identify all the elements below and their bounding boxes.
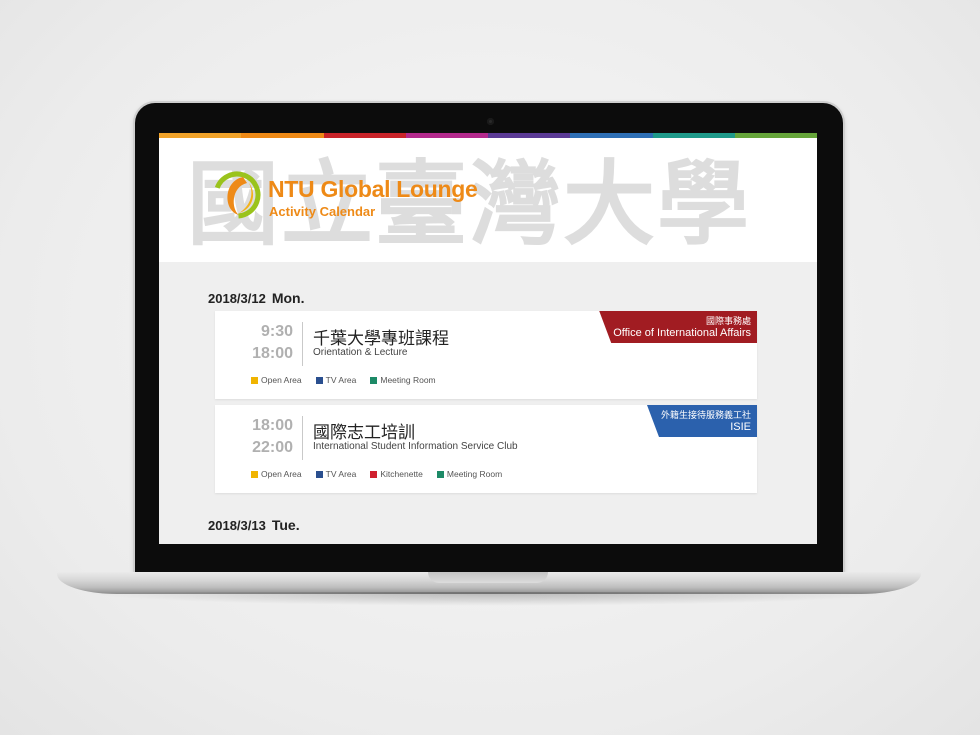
day-heading: 2018/3/13 Tue.	[208, 517, 300, 533]
event-title[interactable]: 國際志工培訓	[313, 418, 415, 443]
site-subtitle: Activity Calendar	[269, 204, 376, 219]
open-area-dot-icon	[251, 470, 258, 478]
organizer-en: ISIE	[730, 421, 751, 433]
time-divider	[302, 416, 303, 460]
location-tags: Open Area TV Area Meeting Room	[251, 375, 436, 385]
organizer-zh: 外籍生接待服務義工社	[660, 410, 751, 420]
event-card[interactable]: 18:00 22:00 國際志工培訓 International Student…	[215, 405, 757, 493]
tag-label: TV Area	[325, 375, 357, 385]
tv-area-dot-icon	[315, 470, 323, 478]
laptop-shadow	[80, 592, 900, 606]
open-area-dot-icon	[251, 376, 258, 384]
event-title[interactable]: 千葉大學專班課程	[313, 324, 449, 349]
tag-label: Open Area	[261, 375, 302, 385]
event-subtitle: International Student Information Servic…	[313, 441, 518, 452]
location-tag: Kitchenette	[370, 469, 423, 479]
site-title[interactable]: NTU Global Lounge	[268, 176, 478, 203]
event-end: 18:00	[252, 345, 293, 362]
tag-label: Kitchenette	[380, 469, 423, 479]
event-times: 18:00 22:00	[243, 415, 293, 459]
event-start: 9:30	[260, 323, 293, 340]
event-end: 22:00	[252, 439, 293, 456]
day-date: 2018/3/12	[208, 291, 266, 306]
organizer-badge: 國際事務處 Office of International Affairs	[599, 311, 757, 343]
location-tag: Meeting Room	[436, 469, 503, 479]
location-tag: Open Area	[251, 375, 302, 385]
event-start: 18:00	[252, 417, 293, 434]
tag-label: Meeting Room	[380, 375, 436, 385]
meeting-room-dot-icon	[370, 376, 378, 384]
event-times: 9:30 18:00	[243, 321, 293, 365]
organizer-zh: 國際事務處	[705, 316, 751, 326]
time-divider	[302, 322, 303, 366]
day-weekday: Tue.	[271, 517, 300, 533]
tag-label: Meeting Room	[446, 469, 503, 479]
kitchenette-dot-icon	[370, 470, 378, 478]
organizer-en: Office of International Affairs	[613, 327, 751, 339]
laptop-screen[interactable]: 國立臺灣大學 NTU Global Lounge Activity Calend…	[159, 133, 817, 544]
day-date: 2018/3/13	[208, 518, 266, 533]
event-card[interactable]: 9:30 18:00 千葉大學專班課程 Orientation & Lectur…	[215, 311, 757, 399]
location-tag: TV Area	[315, 375, 357, 385]
tv-area-dot-icon	[315, 376, 323, 384]
organizer-badge: 外籍生接待服務義工社 ISIE	[646, 405, 757, 437]
tag-label: Open Area	[261, 469, 302, 479]
laptop-notch	[428, 572, 548, 583]
location-tag: Meeting Room	[370, 375, 436, 385]
event-subtitle: Orientation & Lecture	[313, 347, 408, 358]
location-tag: TV Area	[315, 469, 357, 479]
location-tags: Open Area TV Area Kitchenette Meeting Ro…	[251, 469, 502, 479]
tag-label: TV Area	[325, 469, 357, 479]
day-weekday: Mon.	[271, 290, 305, 306]
meeting-room-dot-icon	[436, 470, 444, 478]
location-tag: Open Area	[251, 469, 302, 479]
ntu-swirl-logo-icon[interactable]	[209, 167, 265, 223]
day-heading: 2018/3/12 Mon.	[208, 290, 305, 306]
page-header: 國立臺灣大學 NTU Global Lounge Activity Calend…	[159, 138, 817, 262]
camera-icon	[487, 118, 494, 125]
